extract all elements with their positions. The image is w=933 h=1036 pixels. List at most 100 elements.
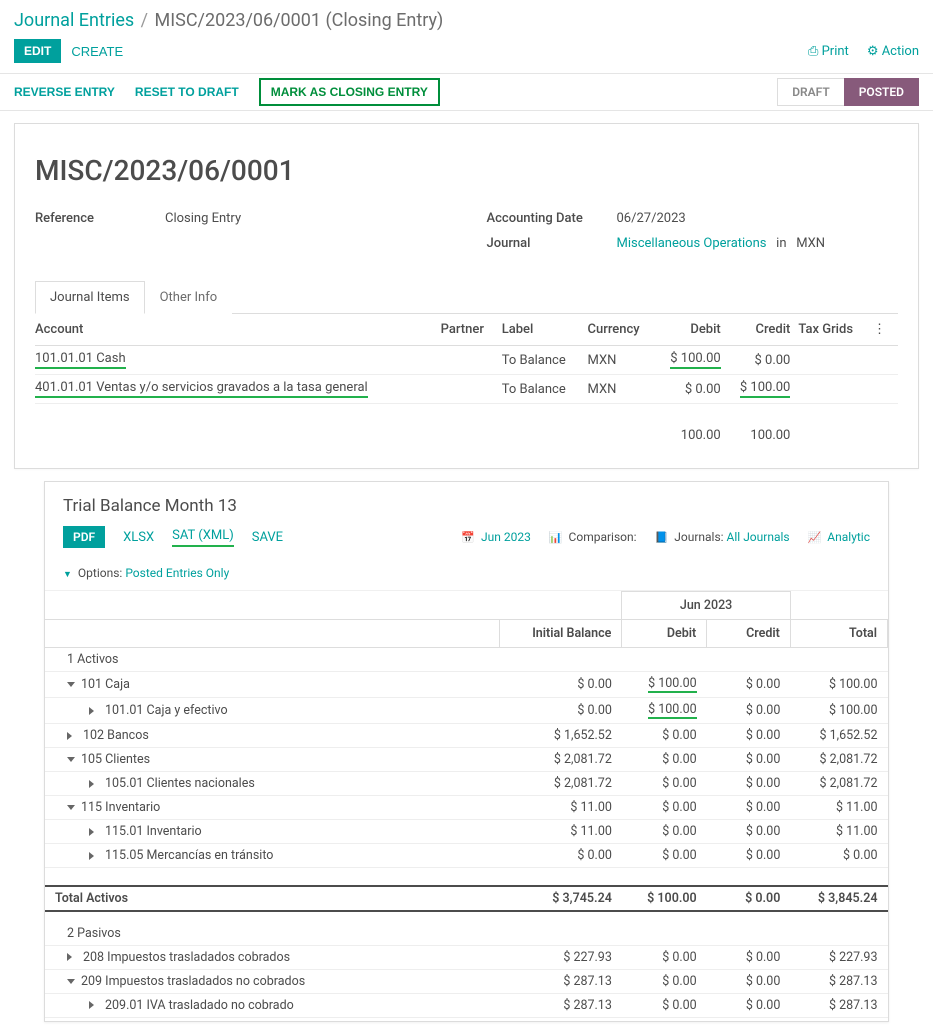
gear-icon: [867, 44, 879, 59]
options-filter[interactable]: Options: Posted Entries Only: [63, 566, 229, 580]
expand-icon[interactable]: [67, 732, 76, 740]
col-partner[interactable]: Partner: [441, 314, 502, 346]
tb-line-row[interactable]: 105.01 Clientes nacionales$ 2,081.72$ 0.…: [45, 772, 888, 796]
print-icon: [808, 44, 818, 59]
comparison-filter[interactable]: Comparison:: [549, 530, 637, 544]
col-label[interactable]: Label: [502, 314, 588, 346]
tb-total-cell: $ 1,652.52: [790, 724, 887, 748]
tb-credit-cell: $ 0.00: [707, 969, 791, 993]
tb-line-row[interactable]: 101 Caja$ 0.00$ 100.00$ 0.00$ 100.00: [45, 672, 888, 698]
print-button[interactable]: Print: [808, 44, 849, 59]
tb-line-row[interactable]: 209.01 IVA trasladado no cobrado$ 287.13…: [45, 993, 888, 1017]
save-button[interactable]: SAVE: [252, 530, 283, 545]
trial-balance-scroll[interactable]: Jun 2023 Initial Balance Debit Credit To…: [45, 591, 888, 1021]
create-button[interactable]: CREATE: [71, 44, 123, 59]
expand-icon[interactable]: [67, 805, 75, 810]
col-initial[interactable]: Initial Balance: [500, 620, 622, 648]
col-taxgrids[interactable]: Tax Grids: [798, 314, 873, 346]
tb-total-cell: $ 287.13: [790, 993, 887, 1017]
tb-name-cell: 209 Impuestos trasladados no cobrados: [45, 969, 500, 993]
reset-draft-button[interactable]: RESET TO DRAFT: [135, 85, 239, 99]
reverse-entry-button[interactable]: REVERSE ENTRY: [14, 85, 115, 99]
stage-posted[interactable]: POSTED: [844, 78, 919, 106]
tb-line-row[interactable]: 115.01 Inventario$ 11.00$ 0.00$ 0.00$ 11…: [45, 820, 888, 844]
action-button[interactable]: Action: [867, 44, 919, 59]
tb-line-row[interactable]: 208 Impuestos trasladados cobrados$ 227.…: [45, 945, 888, 969]
tb-debit-cell: $ 0.00: [622, 748, 707, 772]
expand-icon[interactable]: [67, 682, 75, 687]
calendar-icon: [461, 530, 475, 544]
col-credit[interactable]: Credit: [729, 314, 799, 346]
stage-draft[interactable]: DRAFT: [777, 78, 844, 106]
tb-initial-cell: $ 1,652.52: [500, 724, 622, 748]
tb-line-row[interactable]: 115.05 Mercancías en tránsito$ 0.00$ 0.0…: [45, 844, 888, 868]
col-currency[interactable]: Currency: [588, 314, 660, 346]
tb-initial-cell: $ 287.13: [500, 993, 622, 1017]
cell-partner: [441, 346, 502, 375]
mark-closing-button[interactable]: MARK AS CLOSING ENTRY: [259, 78, 440, 106]
trial-balance-toolbar: PDF XLSX SAT (XML) SAVE Jun 2023 Compari…: [45, 520, 888, 591]
journal-item-row[interactable]: 101.01.01 CashTo BalanceMXN$ 100.00$ 0.0…: [35, 346, 898, 375]
tb-initial-cell: $ 2,081.72: [500, 772, 622, 796]
tb-name-cell: 2 Pasivos: [45, 911, 500, 946]
breadcrumb: Journal Entries / MISC/2023/06/0001 (Clo…: [0, 0, 933, 35]
journal-value[interactable]: Miscellaneous Operations: [617, 236, 767, 251]
col-account[interactable]: Account: [35, 314, 441, 346]
tb-debit-cell: $ 0.00: [622, 724, 707, 748]
tb-total-cell: $ 11.00: [790, 820, 887, 844]
tb-total-cell: $ 0.00: [790, 844, 887, 868]
tb-debit-cell: $ 0.00: [622, 796, 707, 820]
tb-name-cell: 209.01 IVA trasladado no cobrado: [45, 993, 500, 1017]
tb-name-cell: 105 Clientes: [45, 748, 500, 772]
col-tb-debit[interactable]: Debit: [622, 620, 707, 648]
tb-line-row[interactable]: 105 Clientes$ 2,081.72$ 0.00$ 0.00$ 2,08…: [45, 748, 888, 772]
col-options-icon[interactable]: ⋮: [873, 314, 898, 346]
tb-total-cell: $ 100.00: [790, 672, 887, 698]
tb-credit-cell: $ 0.00: [707, 796, 791, 820]
tb-line-row[interactable]: 102 Bancos$ 1,652.52$ 0.00$ 0.00$ 1,652.…: [45, 724, 888, 748]
tab-journal-items[interactable]: Journal Items: [35, 281, 145, 314]
tb-line-row[interactable]: 209 Impuestos trasladados no cobrados$ 2…: [45, 969, 888, 993]
expand-icon[interactable]: [89, 852, 98, 860]
expand-icon[interactable]: [89, 1001, 98, 1009]
edit-button[interactable]: EDIT: [14, 39, 61, 63]
expand-icon[interactable]: [89, 780, 98, 788]
date-value: 06/27/2023: [617, 211, 686, 226]
xlsx-button[interactable]: XLSX: [123, 530, 154, 545]
tb-line-row[interactable]: 101.01 Caja y efectivo$ 0.00$ 100.00$ 0.…: [45, 698, 888, 724]
tb-credit-cell: $ 0.00: [707, 772, 791, 796]
tb-initial-cell: $ 0.00: [500, 672, 622, 698]
tb-credit-cell: $ 0.00: [707, 844, 791, 868]
tb-line-row[interactable]: 115 Inventario$ 11.00$ 0.00$ 0.00$ 11.00: [45, 796, 888, 820]
expand-icon[interactable]: [89, 828, 98, 836]
tb-section-row: 2 Pasivos: [45, 911, 888, 946]
expand-icon[interactable]: [67, 979, 75, 984]
col-tb-credit[interactable]: Credit: [707, 620, 791, 648]
tab-other-info[interactable]: Other Info: [145, 281, 233, 314]
journal-item-row[interactable]: 401.01.01 Ventas y/o servicios gravados …: [35, 375, 898, 404]
cell-taxgrids: [798, 375, 873, 404]
expand-icon[interactable]: [67, 757, 75, 762]
analytic-filter[interactable]: Analytic: [808, 530, 870, 544]
journals-filter[interactable]: Journals: All Journals: [655, 530, 790, 544]
tb-debit-cell: $ 0.00: [622, 844, 707, 868]
col-debit[interactable]: Debit: [659, 314, 729, 346]
date-filter[interactable]: Jun 2023: [461, 530, 531, 544]
breadcrumb-root[interactable]: Journal Entries: [14, 10, 134, 31]
sat-xml-button[interactable]: SAT (XML): [172, 528, 234, 547]
expand-icon[interactable]: [67, 953, 76, 961]
tb-initial-cell: $ 287.13: [500, 969, 622, 993]
tb-credit-cell: $ 0.00: [707, 820, 791, 844]
tb-total-cell: $ 3,845.24: [790, 886, 887, 911]
col-tb-total[interactable]: Total: [790, 620, 887, 648]
col-name: [45, 620, 500, 648]
tb-credit-cell: $ 0.00: [707, 724, 791, 748]
tb-initial-cell: $ 3,745.24: [500, 886, 622, 911]
cell-label: To Balance: [502, 346, 588, 375]
tb-total-cell: $ 2,081.72: [790, 748, 887, 772]
cell-currency: MXN: [588, 346, 660, 375]
pdf-button[interactable]: PDF: [63, 526, 105, 548]
tb-total-cell: $ 287.13: [790, 969, 887, 993]
expand-icon[interactable]: [89, 707, 98, 715]
cell-account: 101.01.01 Cash: [35, 346, 441, 375]
